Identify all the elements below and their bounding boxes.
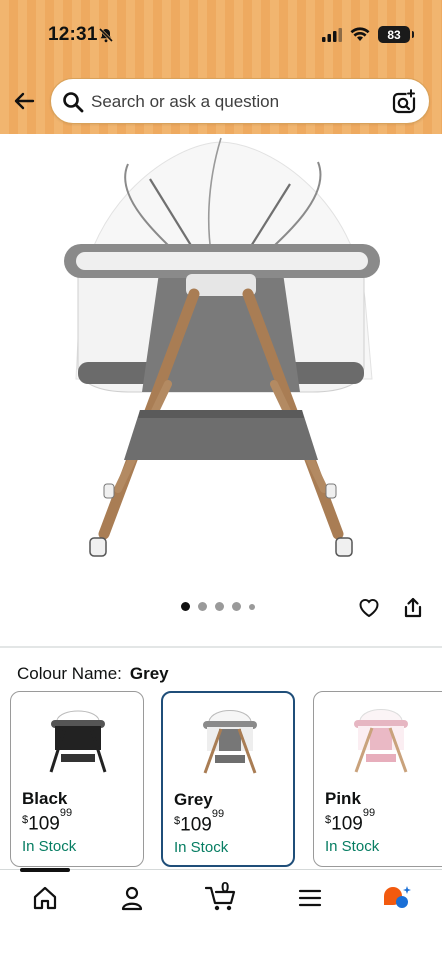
silent-mode-icon: [98, 27, 114, 43]
gallery-dot[interactable]: [181, 602, 190, 611]
status-indicators: 83: [322, 26, 414, 43]
heart-icon[interactable]: [357, 595, 381, 619]
home-icon[interactable]: [31, 884, 59, 912]
black-bassinet-thumbnail: [49, 710, 107, 773]
swatch-stock-status: In Stock: [325, 838, 380, 855]
colour-label: Colour Name:: [17, 664, 122, 683]
search-icon: [63, 92, 84, 113]
camera-search-icon[interactable]: [391, 89, 417, 115]
bassinet-illustration: [64, 137, 380, 557]
grey-bassinet-thumbnail: [203, 710, 257, 774]
battery-indicator: 83: [378, 26, 414, 43]
swatch-price: $10999: [174, 808, 225, 836]
swatch-price: $10999: [22, 807, 73, 835]
swatch-price: $10999: [325, 807, 376, 835]
product-image[interactable]: [0, 134, 442, 590]
swatch-grey[interactable]: Grey $10999 In Stock: [161, 691, 295, 867]
swatch-name: Pink: [325, 789, 361, 808]
cart-count: 0: [221, 879, 230, 896]
share-icon[interactable]: [401, 596, 425, 620]
gallery-dot[interactable]: [215, 602, 224, 611]
gallery-dot[interactable]: [249, 603, 255, 610]
swatch-name: Black: [22, 789, 68, 808]
search-placeholder: Search or ask a question: [91, 92, 280, 111]
swatch-name: Grey: [174, 790, 213, 809]
swatch-pink[interactable]: Pink $10999 In Stock: [313, 691, 442, 867]
search-bar[interactable]: Search or ask a question: [50, 78, 430, 124]
colour-name-row: Colour Name: Grey: [17, 664, 169, 684]
cellular-signal-icon: [322, 27, 342, 42]
active-tab-indicator: [20, 868, 70, 872]
rufus-assistant-icon[interactable]: [381, 884, 413, 912]
back-arrow-icon[interactable]: [12, 89, 36, 113]
wifi-icon: [350, 27, 370, 41]
section-divider: [0, 646, 442, 648]
swatch-black[interactable]: Black $10999 In Stock: [10, 691, 144, 867]
status-time: 12:31: [48, 24, 98, 45]
gallery-dot[interactable]: [232, 602, 241, 611]
pink-bassinet-thumbnail: [354, 709, 408, 773]
app-header: 12:31 83 Search or ask a question: [0, 0, 442, 134]
account-icon[interactable]: [118, 884, 146, 912]
gallery-dot[interactable]: [198, 602, 207, 611]
menu-icon[interactable]: [296, 884, 324, 912]
gallery-pagination[interactable]: [181, 602, 255, 611]
swatch-stock-status: In Stock: [22, 838, 77, 855]
swatch-stock-status: In Stock: [174, 839, 229, 856]
colour-value: Grey: [129, 664, 169, 683]
